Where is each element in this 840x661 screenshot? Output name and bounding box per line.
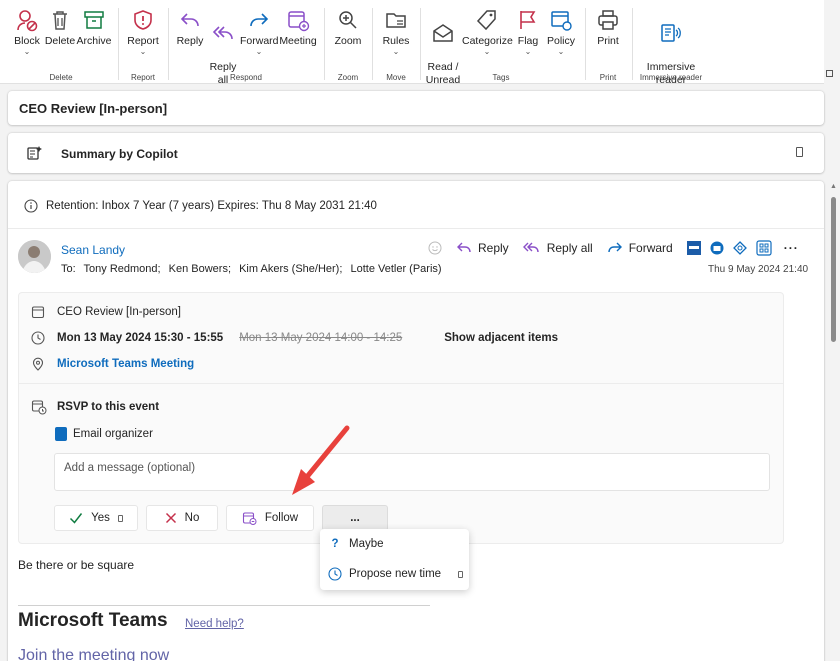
- emoji-reaction-icon[interactable]: [428, 241, 442, 255]
- meeting-title: CEO Review [In-person]: [57, 306, 181, 318]
- forward-inline-label: Forward: [628, 241, 673, 255]
- message-body-text: Be there or be square: [18, 558, 135, 572]
- sender-photo: [18, 240, 51, 273]
- loop-icon[interactable]: [732, 241, 747, 255]
- forward-icon: [608, 242, 622, 253]
- rsvp-message-input[interactable]: Add a message (optional): [54, 453, 770, 491]
- group-label-immersive-reader: Immersive reader: [639, 73, 703, 82]
- recipient[interactable]: Ken Bowers;: [169, 263, 231, 275]
- meeting-time-old: Mon 13 May 2024 14:00 - 14:25: [239, 332, 403, 344]
- checkmark-icon: [70, 513, 83, 524]
- email-organizer-button[interactable]: Email organizer: [55, 427, 153, 441]
- copilot-summary-icon: [27, 146, 42, 160]
- rsvp-message-placeholder: Add a message (optional): [64, 462, 196, 474]
- reply-icon: [457, 242, 471, 253]
- clock-icon: [31, 331, 45, 345]
- follow-label: Follow: [264, 512, 299, 524]
- clock-icon: [328, 567, 342, 581]
- meeting-title-row: CEO Review [In-person]: [31, 305, 181, 319]
- teams-meeting-link[interactable]: Microsoft Teams Meeting: [57, 358, 194, 370]
- mail-app-icon: [55, 427, 67, 441]
- group-label-print: Print: [599, 73, 617, 82]
- need-help-link[interactable]: Need help?: [185, 618, 244, 630]
- copilot-summary-bar[interactable]: Summary by Copilot: [8, 133, 824, 173]
- scrollbar[interactable]: ▲: [827, 181, 840, 661]
- email-organizer-label: Email organizer: [73, 428, 153, 440]
- retention-text: Retention: Inbox 7 Year (7 years) Expire…: [46, 200, 377, 212]
- calendar-rsvp-icon: [31, 400, 47, 415]
- join-meeting-link[interactable]: Join the meeting now: [18, 647, 169, 661]
- message-date: Thu 9 May 2024 21:40: [708, 264, 809, 275]
- message-pane: Retention: Inbox 7 Year (7 years) Expire…: [8, 181, 824, 661]
- more-options-icon: ...: [350, 512, 360, 524]
- reply-inline-label: Reply: [478, 241, 509, 255]
- expand-icon[interactable]: [796, 147, 803, 157]
- calendar-icon: [31, 306, 45, 319]
- reply-all-inline-label: Reply all: [546, 241, 593, 255]
- recipients-line: To: Tony Redmond; Ken Bowers; Kim Akers …: [61, 263, 447, 275]
- maybe-label: Maybe: [349, 538, 384, 550]
- submenu-indicator-icon: [458, 570, 464, 578]
- forward-button-inline[interactable]: Forward: [607, 241, 673, 255]
- yes-label: Yes: [91, 512, 110, 524]
- meeting-card: CEO Review [In-person] Mon 13 May 2024 1…: [18, 292, 784, 544]
- teams-heading: Microsoft Teams: [18, 610, 168, 631]
- dropdown-indicator-icon: [117, 514, 123, 522]
- scroll-up-icon[interactable]: ▲: [830, 183, 837, 190]
- meeting-time-new: Mon 13 May 2024 15:30 - 15:55: [57, 332, 224, 344]
- rsvp-buttons: Yes No Follow ...: [54, 505, 388, 531]
- group-label-delete: Delete: [49, 73, 73, 82]
- group-label-tags: Tags: [492, 73, 510, 82]
- follow-calendar-icon: [242, 512, 257, 525]
- no-label: No: [184, 512, 200, 524]
- follow-button[interactable]: Follow: [226, 505, 314, 531]
- no-button[interactable]: No: [146, 505, 218, 531]
- group-label-move: Move: [386, 73, 406, 82]
- group-label-respond: Respond: [229, 73, 263, 82]
- avatar[interactable]: [18, 240, 51, 273]
- reply-all-icon: [522, 242, 539, 253]
- copilot-summary-label: Summary by Copilot: [61, 147, 178, 161]
- rsvp-more-menu: ? Maybe Propose new time: [320, 529, 469, 590]
- menu-item-maybe[interactable]: ? Maybe: [328, 538, 384, 550]
- recipient[interactable]: Tony Redmond;: [84, 263, 161, 275]
- show-adjacent-items-link[interactable]: Show adjacent items: [444, 332, 558, 344]
- recipient[interactable]: Lotte Vetler (Paris): [350, 263, 441, 275]
- group-label-report: Report: [130, 73, 155, 82]
- more-actions-icon[interactable]: ···: [784, 241, 799, 255]
- menu-item-propose-new-time[interactable]: Propose new time: [328, 567, 464, 581]
- info-icon: [24, 199, 38, 213]
- yes-button[interactable]: Yes: [54, 505, 138, 531]
- meeting-time-row: Mon 13 May 2024 15:30 - 15:55 Mon 13 May…: [31, 331, 558, 345]
- close-icon: [165, 512, 176, 524]
- recipient[interactable]: Kim Akers (She/Her);: [239, 263, 342, 275]
- group-label-zoom: Zoom: [337, 73, 359, 82]
- subject-bar: CEO Review [In-person]: [8, 91, 824, 125]
- apps-icon[interactable]: [756, 240, 772, 256]
- more-rsvp-options-button[interactable]: ...: [322, 505, 388, 531]
- meeting-location-row: Microsoft Teams Meeting: [31, 357, 194, 371]
- to-label: To:: [61, 263, 76, 275]
- subject-title: CEO Review [In-person]: [19, 101, 168, 116]
- scrollbar-thumb[interactable]: [831, 197, 836, 342]
- reply-button-inline[interactable]: Reply: [456, 241, 509, 255]
- addin-icon[interactable]: [686, 241, 701, 255]
- retention-info: Retention: Inbox 7 Year (7 years) Expire…: [24, 199, 377, 213]
- ribbon: Block ⌄ Delete Archive Delete Report ⌄ R…: [0, 0, 824, 86]
- reply-all-button-inline[interactable]: Reply all: [522, 241, 593, 255]
- propose-new-time-label: Propose new time: [349, 568, 442, 580]
- sender-name[interactable]: Sean Landy: [61, 243, 125, 257]
- collapse-ribbon-button[interactable]: [826, 70, 833, 77]
- rsvp-heading: RSVP to this event: [31, 399, 159, 415]
- viva-insights-icon[interactable]: [710, 241, 724, 255]
- question-icon: ?: [331, 538, 339, 550]
- rsvp-title: RSVP to this event: [57, 401, 160, 413]
- location-icon: [32, 357, 44, 371]
